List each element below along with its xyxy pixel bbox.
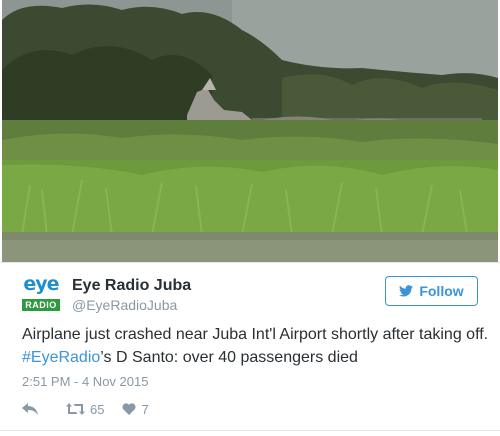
retweet-icon	[66, 403, 85, 415]
crash-scene-image	[2, 0, 498, 262]
follow-button-label: Follow	[419, 283, 464, 299]
tweet-text-line1: Airplane just crashed near Juba Int'l Ai…	[22, 326, 489, 343]
user-handle[interactable]: @EyeRadioJuba	[72, 297, 177, 313]
avatar-logo-subtext: RADIO	[22, 299, 60, 311]
reply-button[interactable]	[22, 403, 38, 415]
retweet-button[interactable]: 65	[66, 402, 104, 417]
retweet-count: 65	[90, 401, 105, 417]
like-button[interactable]: 7	[122, 401, 149, 417]
heart-icon	[122, 403, 137, 415]
tweet-card: eye RADIO Eye Radio Juba @EyeRadioJuba F…	[0, 0, 500, 436]
reply-icon	[22, 403, 38, 415]
tweet-text-line2: ’s D Santo: over 40 passengers died	[100, 349, 358, 366]
avatar-logo-text: eye	[23, 275, 59, 295]
card-bottom-border	[0, 430, 500, 431]
photo-divider	[0, 262, 500, 263]
tweet-timestamp[interactable]: 2:51 PM - 4 Nov 2015	[22, 374, 148, 389]
hashtag-link[interactable]: #EyeRadio	[22, 349, 100, 366]
tweet-photo[interactable]	[2, 0, 498, 262]
like-count: 7	[141, 401, 149, 417]
tweet-text: Airplane just crashed near Juba Int'l Ai…	[22, 323, 492, 369]
display-name[interactable]: Eye Radio Juba	[72, 277, 191, 295]
avatar[interactable]: eye RADIO	[22, 275, 60, 313]
bird-icon	[399, 285, 414, 297]
tweet-actions: 65 7	[22, 399, 149, 419]
follow-button[interactable]: Follow	[385, 276, 478, 306]
